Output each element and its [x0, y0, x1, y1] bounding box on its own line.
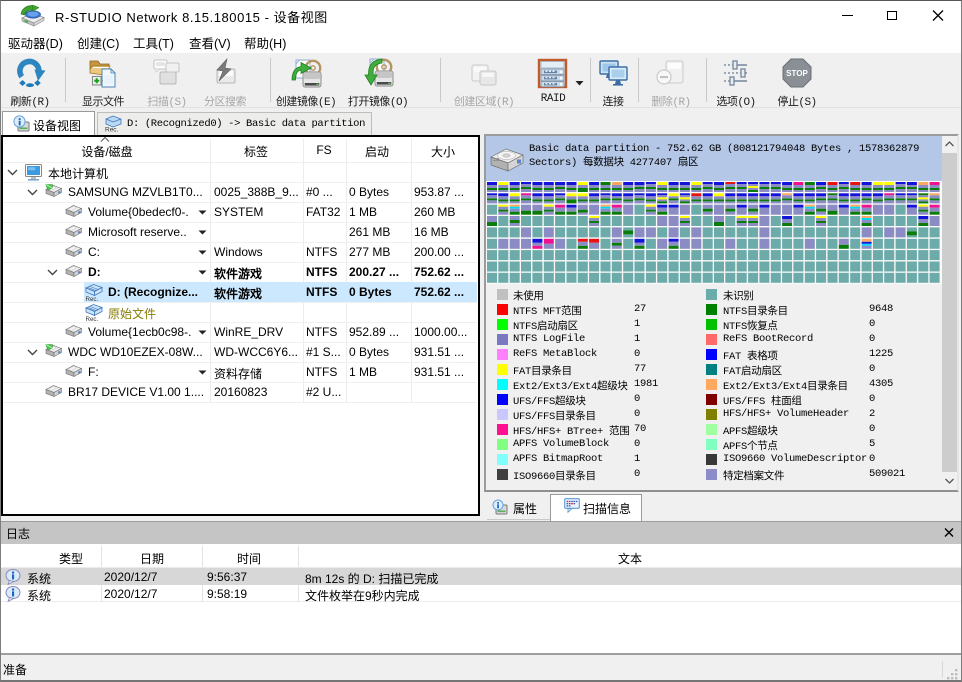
svg-text:Rec.: Rec.	[86, 296, 99, 301]
svg-text:Rec.: Rec.	[86, 316, 99, 321]
svg-text:Rec.: Rec.	[105, 127, 119, 133]
svg-text:STOP: STOP	[786, 69, 808, 78]
